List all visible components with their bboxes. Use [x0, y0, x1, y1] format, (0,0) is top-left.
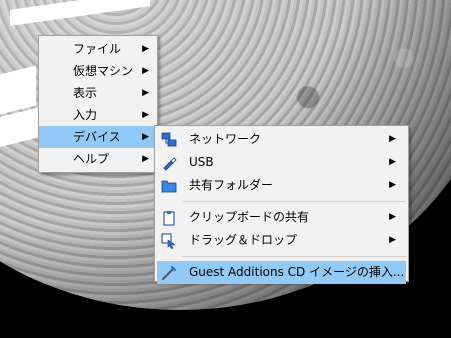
usb-icon [163, 157, 177, 171]
menu-item-label: ヘルプ [73, 152, 110, 166]
submenu-item-label: ネットワーク [189, 132, 262, 146]
menu-item-label: デバイス [73, 130, 121, 144]
submenu-arrow-icon: ▶ [142, 66, 149, 76]
main-context-menu: ファイル ▶ 仮想マシン ▶ 表示 ▶ 入力 ▶ デバイス ▶ ヘルプ ▶ [38, 35, 158, 173]
submenu-arrow-icon: ▶ [389, 134, 396, 144]
folder-icon [161, 180, 177, 193]
submenu-arrow-icon: ▶ [142, 110, 149, 120]
network-icon [161, 132, 177, 147]
menu-item-devices[interactable]: デバイス ▶ [39, 126, 157, 148]
submenu-item-label: クリップボードの共有 [189, 210, 310, 224]
menu-separator [183, 201, 406, 202]
submenu-item-insert-guest-additions[interactable]: Guest Additions CD イメージの挿入... [157, 261, 406, 284]
submenu-item-shared-folders[interactable]: 共有フォルダー ▶ [155, 174, 408, 197]
submenu-item-network[interactable]: ネットワーク ▶ [155, 128, 408, 151]
submenu-item-label: Guest Additions CD イメージの挿入... [189, 265, 405, 279]
submenu-arrow-icon: ▶ [389, 180, 396, 190]
menu-item-file[interactable]: ファイル ▶ [39, 38, 157, 60]
menu-item-label: 表示 [73, 86, 98, 100]
submenu-arrow-icon: ▶ [142, 154, 149, 164]
submenu-item-label: 共有フォルダー [189, 178, 274, 192]
menu-item-input[interactable]: 入力 ▶ [39, 104, 157, 126]
submenu-item-usb[interactable]: USB ▶ [155, 151, 408, 174]
submenu-item-label: ドラッグ＆ドロップ [189, 233, 298, 247]
menu-item-label: 入力 [73, 108, 98, 122]
submenu-arrow-icon: ▶ [142, 132, 149, 142]
cd-insert-icon [161, 265, 177, 281]
submenu-arrow-icon: ▶ [142, 88, 149, 98]
submenu-item-drag-and-drop[interactable]: ドラッグ＆ドロップ ▶ [155, 229, 408, 252]
drag-drop-icon [161, 233, 176, 249]
menu-item-machine[interactable]: 仮想マシン ▶ [39, 60, 157, 82]
submenu-arrow-icon: ▶ [389, 212, 396, 222]
submenu-item-shared-clipboard[interactable]: クリップボードの共有 ▶ [155, 206, 408, 229]
menu-item-label: ファイル [73, 42, 122, 56]
submenu-arrow-icon: ▶ [142, 44, 149, 54]
submenu-arrow-icon: ▶ [389, 235, 396, 245]
devices-submenu: ネットワーク ▶ USB ▶ 共有フォルダー ▶ クリップボードの共有 ▶ ドラ… [154, 125, 409, 284]
clipboard-icon [163, 211, 175, 226]
menu-item-view[interactable]: 表示 ▶ [39, 82, 157, 104]
menu-item-label: 仮想マシン [73, 64, 134, 78]
menu-item-help[interactable]: ヘルプ ▶ [39, 148, 157, 170]
submenu-arrow-icon: ▶ [389, 157, 396, 167]
submenu-item-label: USB [189, 155, 214, 169]
menu-separator [183, 256, 406, 257]
